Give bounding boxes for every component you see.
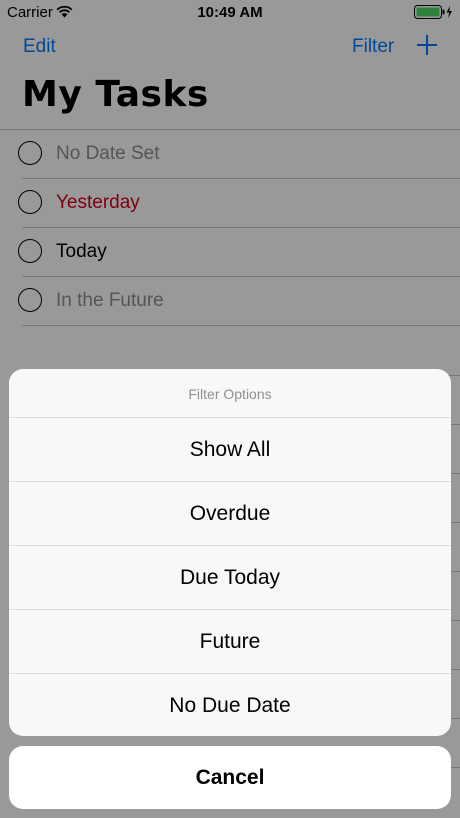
action-sheet-title: Filter Options [9,369,451,418]
option-future[interactable]: Future [9,610,451,674]
option-no-due-date[interactable]: No Due Date [9,674,451,736]
filter-action-sheet: Filter Options Show All Overdue Due Toda… [9,369,451,736]
option-due-today[interactable]: Due Today [9,546,451,610]
option-show-all[interactable]: Show All [9,418,451,482]
cancel-button[interactable]: Cancel [9,746,451,809]
option-overdue[interactable]: Overdue [9,482,451,546]
